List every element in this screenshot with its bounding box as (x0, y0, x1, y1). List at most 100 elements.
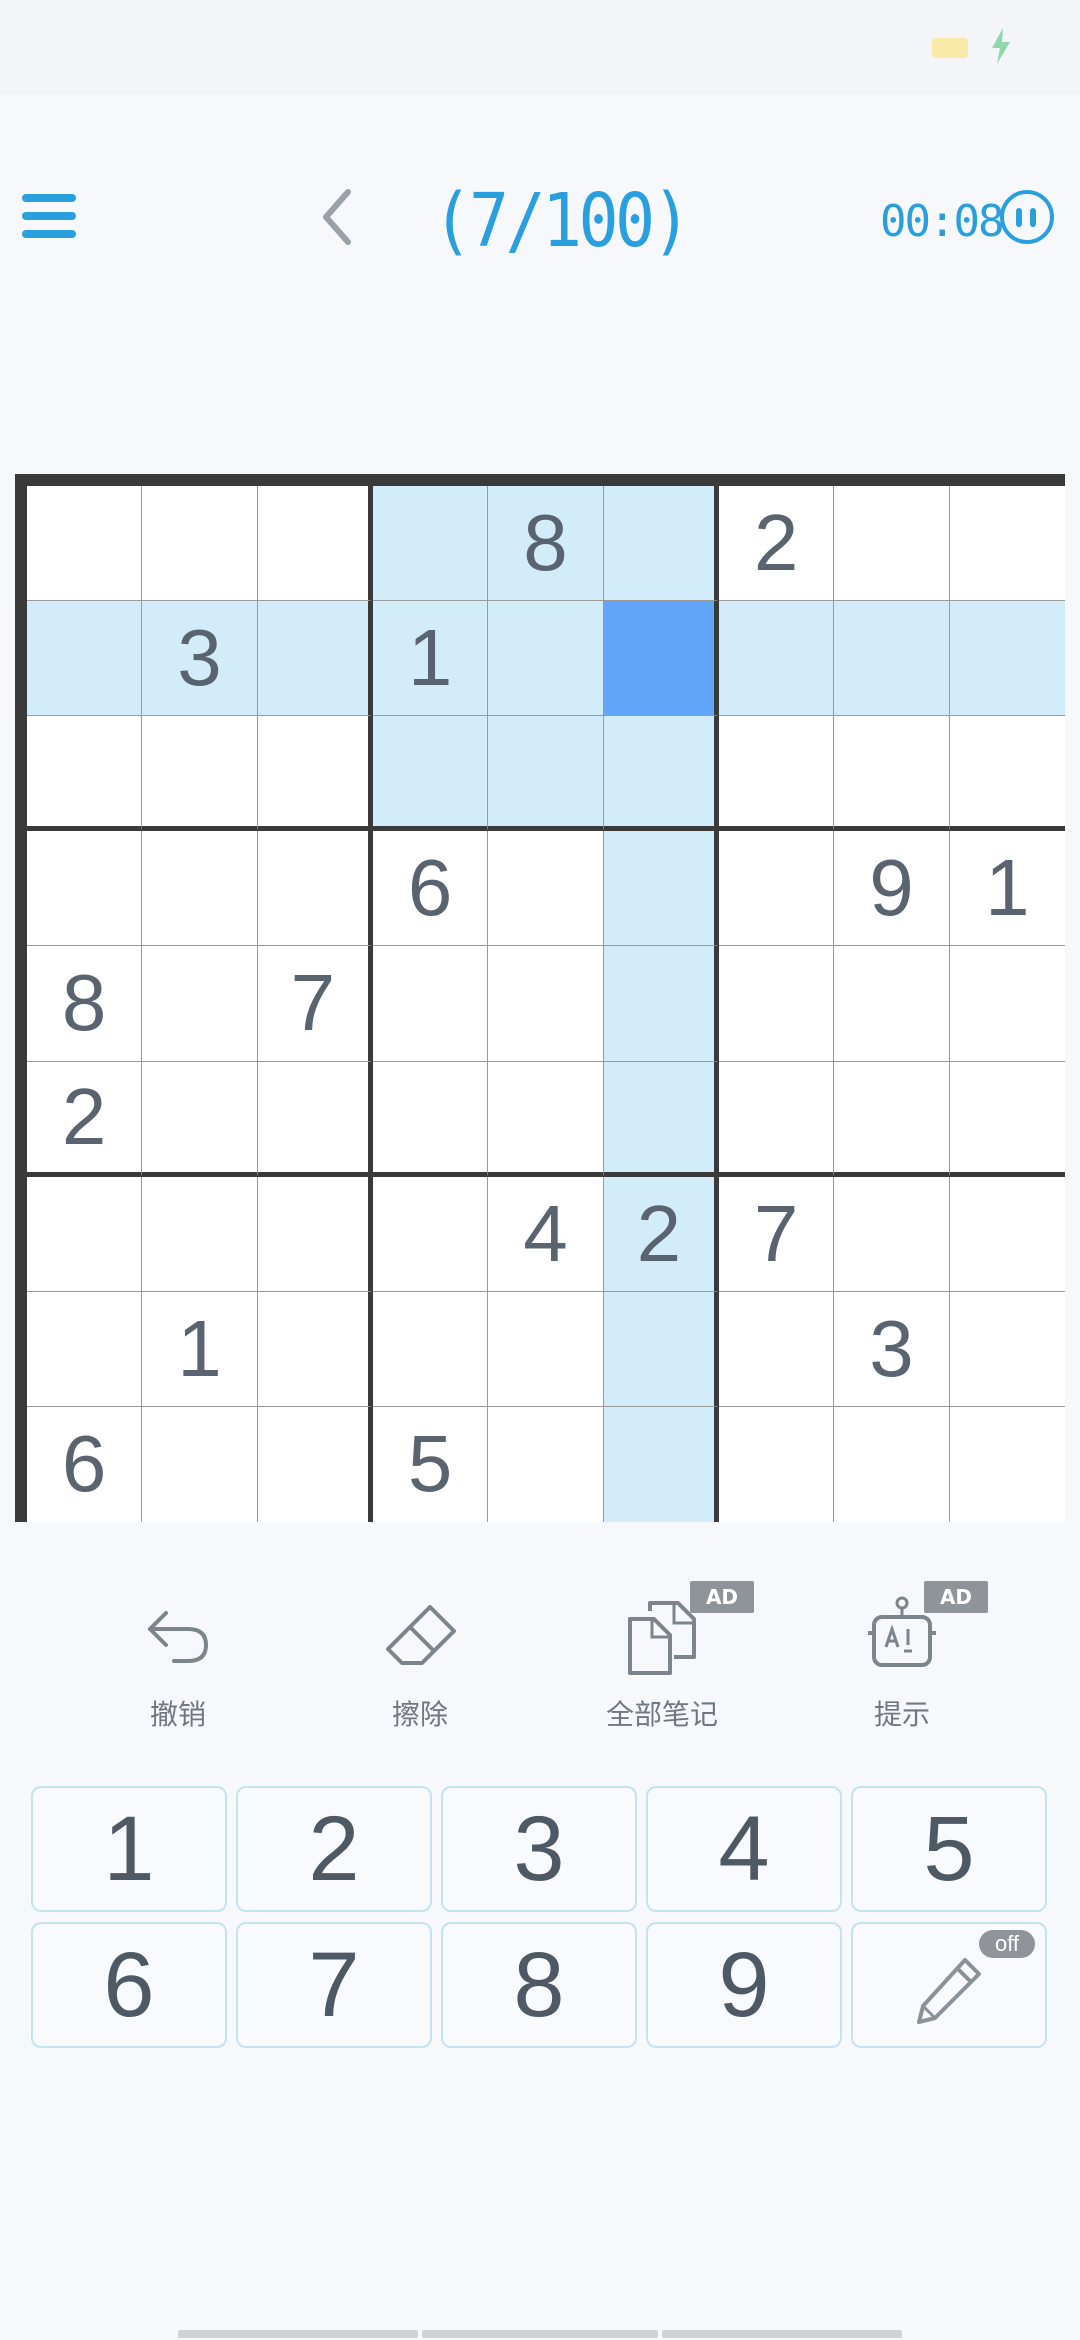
sudoku-cell-r5c9[interactable] (949, 946, 1065, 1062)
sudoku-cell-r3c4[interactable] (373, 716, 489, 832)
sudoku-cell-r3c6[interactable] (603, 716, 719, 832)
number-key-5[interactable]: 5 (851, 1786, 1047, 1912)
number-key-9[interactable]: 9 (646, 1922, 842, 2048)
sudoku-cell-r1c2[interactable] (142, 486, 258, 602)
sudoku-cell-r8c7[interactable] (719, 1291, 835, 1407)
sudoku-cell-r2c7[interactable] (719, 601, 835, 717)
sudoku-cell-r7c2[interactable] (142, 1176, 258, 1292)
sudoku-cell-r8c4[interactable] (373, 1291, 489, 1407)
sudoku-cell-r7c5[interactable]: 4 (488, 1176, 604, 1292)
back-icon[interactable] (308, 182, 368, 252)
navigation-bar[interactable] (178, 2330, 902, 2338)
undo-button[interactable]: 撤销 (88, 1575, 268, 1745)
sudoku-cell-r5c4[interactable] (373, 946, 489, 1062)
sudoku-cell-r6c1[interactable]: 2 (27, 1061, 143, 1177)
sudoku-cell-r6c9[interactable] (949, 1061, 1065, 1177)
sudoku-cell-r6c4[interactable] (373, 1061, 489, 1177)
sudoku-cell-r7c7[interactable]: 7 (719, 1176, 835, 1292)
sudoku-cell-r2c8[interactable] (834, 601, 950, 717)
sudoku-cell-r9c3[interactable] (257, 1406, 373, 1522)
all-notes-button[interactable]: AD 全部笔记 (572, 1575, 754, 1745)
sudoku-cell-r5c7[interactable] (719, 946, 835, 1062)
sudoku-cell-r2c6[interactable] (603, 601, 719, 717)
sudoku-cell-r2c9[interactable] (949, 601, 1065, 717)
sudoku-cell-r7c8[interactable] (834, 1176, 950, 1292)
sudoku-cell-r2c3[interactable] (257, 601, 373, 717)
sudoku-cell-r6c3[interactable] (257, 1061, 373, 1177)
sudoku-cell-r5c6[interactable] (603, 946, 719, 1062)
sudoku-cell-r5c8[interactable] (834, 946, 950, 1062)
sudoku-cell-r4c4[interactable]: 6 (373, 831, 489, 947)
sudoku-cell-r8c2[interactable]: 1 (142, 1291, 258, 1407)
sudoku-cell-r3c2[interactable] (142, 716, 258, 832)
sudoku-cell-r6c6[interactable] (603, 1061, 719, 1177)
sudoku-cell-r7c3[interactable] (257, 1176, 373, 1292)
number-key-7[interactable]: 7 (236, 1922, 432, 2048)
sudoku-cell-r5c5[interactable] (488, 946, 604, 1062)
erase-button[interactable]: 擦除 (330, 1575, 510, 1745)
sudoku-cell-r8c6[interactable] (603, 1291, 719, 1407)
sudoku-cell-r7c9[interactable] (949, 1176, 1065, 1292)
sudoku-cell-r4c3[interactable] (257, 831, 373, 947)
sudoku-cell-r1c7[interactable]: 2 (719, 486, 835, 602)
hint-button[interactable]: AD 提示 (812, 1575, 992, 1745)
sudoku-cell-r1c5[interactable]: 8 (488, 486, 604, 602)
sudoku-cell-r2c1[interactable] (27, 601, 143, 717)
sudoku-cell-r4c6[interactable] (603, 831, 719, 947)
sudoku-cell-r7c1[interactable] (27, 1176, 143, 1292)
sudoku-cell-r4c1[interactable] (27, 831, 143, 947)
sudoku-cell-r9c9[interactable] (949, 1406, 1065, 1522)
number-key-3[interactable]: 3 (441, 1786, 637, 1912)
sudoku-cell-r8c8[interactable]: 3 (834, 1291, 950, 1407)
pencil-button[interactable]: off (851, 1922, 1047, 2048)
sudoku-cell-r1c4[interactable] (373, 486, 489, 602)
sudoku-cell-r9c7[interactable] (719, 1406, 835, 1522)
sudoku-cell-r1c9[interactable] (949, 486, 1065, 602)
number-key-4[interactable]: 4 (646, 1786, 842, 1912)
sudoku-cell-r9c4[interactable]: 5 (373, 1406, 489, 1522)
sudoku-cell-r4c5[interactable] (488, 831, 604, 947)
sudoku-cell-r8c3[interactable] (257, 1291, 373, 1407)
sudoku-cell-r1c3[interactable] (257, 486, 373, 602)
sudoku-cell-r6c8[interactable] (834, 1061, 950, 1177)
sudoku-cell-r7c6[interactable]: 2 (603, 1176, 719, 1292)
number-key-1[interactable]: 1 (31, 1786, 227, 1912)
sudoku-cell-r1c6[interactable] (603, 486, 719, 602)
sudoku-cell-r5c3[interactable]: 7 (257, 946, 373, 1062)
pause-button[interactable] (1000, 190, 1054, 244)
sudoku-cell-r5c1[interactable]: 8 (27, 946, 143, 1062)
sudoku-cell-r8c5[interactable] (488, 1291, 604, 1407)
sudoku-cell-r1c1[interactable] (27, 486, 143, 602)
sudoku-cell-r6c5[interactable] (488, 1061, 604, 1177)
sudoku-cell-r3c5[interactable] (488, 716, 604, 832)
sudoku-cell-r6c7[interactable] (719, 1061, 835, 1177)
sudoku-cell-r9c6[interactable] (603, 1406, 719, 1522)
sudoku-cell-r3c9[interactable] (949, 716, 1065, 832)
puzzle-counter: (7/100) (432, 178, 692, 264)
sudoku-cell-r2c2[interactable]: 3 (142, 601, 258, 717)
sudoku-cell-r4c8[interactable]: 9 (834, 831, 950, 947)
sudoku-cell-r4c7[interactable] (719, 831, 835, 947)
sudoku-cell-r5c2[interactable] (142, 946, 258, 1062)
sudoku-cell-r3c1[interactable] (27, 716, 143, 832)
number-key-2[interactable]: 2 (236, 1786, 432, 1912)
sudoku-cell-r3c3[interactable] (257, 716, 373, 832)
sudoku-cell-r1c8[interactable] (834, 486, 950, 602)
sudoku-cell-r9c1[interactable]: 6 (27, 1406, 143, 1522)
sudoku-cell-r9c2[interactable] (142, 1406, 258, 1522)
sudoku-cell-r8c1[interactable] (27, 1291, 143, 1407)
sudoku-cell-r2c5[interactable] (488, 601, 604, 717)
sudoku-cell-r8c9[interactable] (949, 1291, 1065, 1407)
sudoku-cell-r7c4[interactable] (373, 1176, 489, 1292)
number-key-8[interactable]: 8 (441, 1922, 637, 2048)
sudoku-cell-r2c4[interactable]: 1 (373, 601, 489, 717)
sudoku-cell-r4c9[interactable]: 1 (949, 831, 1065, 947)
sudoku-cell-r3c7[interactable] (719, 716, 835, 832)
sudoku-cell-r4c2[interactable] (142, 831, 258, 947)
sudoku-cell-r9c8[interactable] (834, 1406, 950, 1522)
sudoku-cell-r6c2[interactable] (142, 1061, 258, 1177)
menu-icon[interactable] (22, 192, 78, 242)
sudoku-cell-r9c5[interactable] (488, 1406, 604, 1522)
number-key-6[interactable]: 6 (31, 1922, 227, 2048)
sudoku-cell-r3c8[interactable] (834, 716, 950, 832)
